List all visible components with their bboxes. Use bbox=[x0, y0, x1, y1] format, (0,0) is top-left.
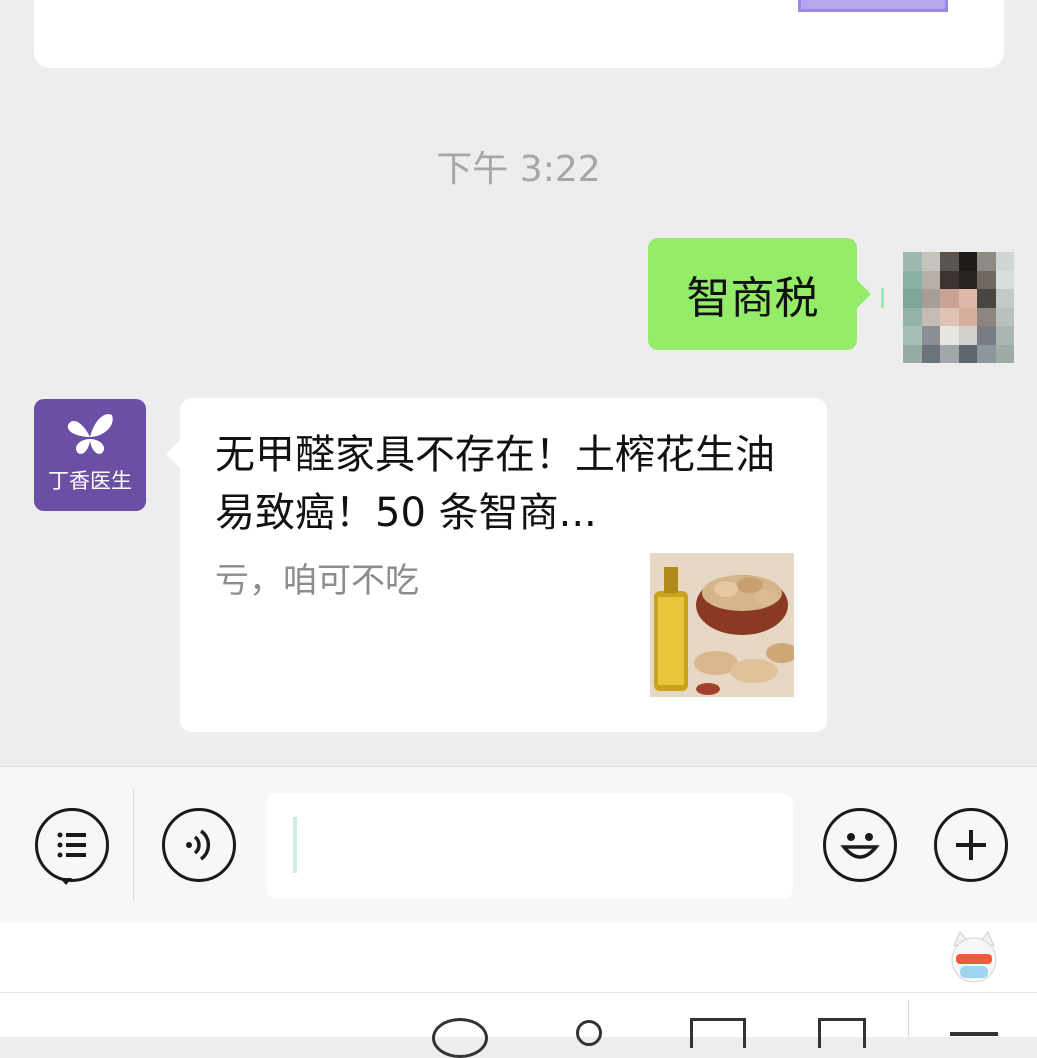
emoji-button[interactable] bbox=[823, 808, 897, 882]
toolbar-divider bbox=[0, 992, 1037, 993]
plus-icon bbox=[956, 830, 986, 860]
toolbar-vertical-divider bbox=[908, 1000, 909, 1037]
text-caret bbox=[293, 817, 297, 873]
article-title: 无甲醛家具不存在！土榨花生油易致癌！50 条智商... bbox=[215, 432, 775, 536]
previous-card-thumbnail bbox=[798, 0, 948, 12]
smiley-icon bbox=[840, 833, 880, 859]
article-card[interactable]: 无甲醛家具不存在！土榨花生油易致癌！50 条智商... 亏，咱可不吃 bbox=[166, 398, 827, 732]
toolbar-person-icon[interactable] bbox=[576, 1020, 602, 1046]
keyboard-toolbar bbox=[0, 922, 1037, 1058]
toolbar-clipboard-icon[interactable] bbox=[818, 1018, 866, 1048]
list-icon bbox=[57, 832, 86, 858]
toolbar-collapse-icon[interactable] bbox=[950, 1032, 998, 1036]
input-bar bbox=[0, 766, 1037, 922]
butterfly-logo-icon bbox=[67, 414, 113, 454]
brand-name: 丁香医生 bbox=[48, 469, 132, 493]
sent-message-bubble[interactable]: 智商税 bbox=[648, 238, 871, 350]
menu-button[interactable] bbox=[35, 808, 109, 882]
dxy-avatar[interactable]: 丁香医生 bbox=[34, 399, 146, 511]
voice-button[interactable] bbox=[162, 808, 236, 882]
more-button[interactable] bbox=[934, 808, 1008, 882]
cursor-mark bbox=[881, 288, 884, 308]
mascot-icon[interactable] bbox=[946, 928, 1002, 984]
article-description: 亏，咱可不吃 bbox=[215, 561, 419, 601]
toolbar-circle-icon[interactable] bbox=[432, 1018, 488, 1058]
previous-message-card[interactable] bbox=[34, 0, 1004, 68]
voice-icon bbox=[186, 829, 211, 861]
toolbar-keyboard-icon[interactable] bbox=[690, 1018, 746, 1048]
message-timestamp: 下午 3:22 bbox=[436, 149, 601, 190]
divider bbox=[133, 789, 134, 901]
menu-caret-icon bbox=[60, 878, 72, 885]
message-input[interactable] bbox=[266, 793, 793, 899]
my-avatar[interactable] bbox=[903, 252, 1014, 363]
article-thumbnail bbox=[650, 553, 798, 697]
